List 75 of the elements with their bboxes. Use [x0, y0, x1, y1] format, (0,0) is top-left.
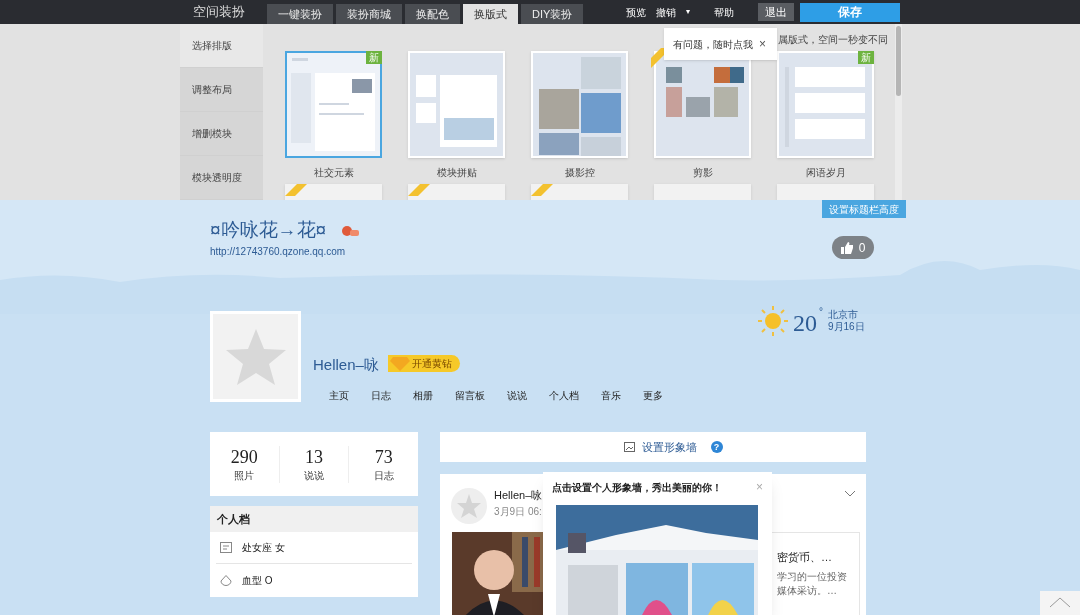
chevron-up-icon [1049, 597, 1071, 608]
sidebar-item[interactable]: 增删模块 [180, 112, 263, 156]
space-url-link[interactable]: http://12743760.qzone.qq.com [210, 244, 346, 259]
nav-link[interactable]: 主页 [329, 388, 349, 403]
new-badge: 新 [366, 51, 382, 64]
stat-value: 13 [305, 445, 323, 468]
nav-link[interactable]: 留言板 [455, 388, 485, 403]
sidebar-item[interactable]: 调整布局 [180, 68, 263, 112]
article-text: 学习的一位投资 [777, 569, 848, 584]
star-logo-icon [225, 328, 286, 385]
tooltip-text: 有问题，随时点我 [673, 37, 753, 52]
author-name: Hellen–咏 [494, 488, 543, 503]
level-icon [341, 225, 359, 237]
layout-label: 模块拼贴 [436, 166, 477, 180]
layout-thumbnail[interactable] [777, 184, 874, 200]
tab[interactable]: 换版式 [463, 4, 518, 24]
nav-link[interactable]: 音乐 [601, 388, 621, 403]
tab[interactable]: 换配色 [405, 4, 460, 24]
toolbar-button[interactable]: 预览 [626, 4, 646, 20]
image-icon [623, 441, 636, 453]
chevron-down-icon[interactable] [844, 490, 856, 497]
stat-label: 说说 [304, 468, 324, 483]
stat-label: 日志 [373, 468, 394, 483]
avatar [451, 488, 487, 524]
nav-link[interactable]: 日志 [371, 388, 391, 403]
user-name: Hellen–咏 [313, 355, 379, 375]
card-header: 个人档 [210, 506, 418, 532]
tab[interactable]: 一键装扮 [267, 4, 333, 24]
profile-field: 处女座 女 [242, 540, 285, 555]
thumbs-up-icon [840, 241, 853, 254]
help-button[interactable]: ? [710, 441, 723, 453]
degree-sign: ° [819, 305, 823, 319]
nav-link[interactable]: 相册 [413, 388, 433, 403]
nav-link[interactable]: 更多 [643, 388, 663, 403]
stat-label: 照片 [234, 468, 255, 483]
layout-label: 闲语岁月 [805, 166, 846, 180]
drop-icon [220, 574, 232, 586]
layout-thumbnail[interactable] [531, 184, 628, 200]
exit-button[interactable]: 退出 [758, 3, 794, 21]
stat-value: 73 [374, 445, 393, 468]
popup-text: 点击设置个人形象墙，秀出美丽的你！ [552, 481, 722, 495]
sidebar-item[interactable]: 模块透明度 [180, 156, 263, 200]
scrollbar-thumb[interactable] [896, 26, 901, 96]
help-link[interactable]: 帮助 [714, 4, 734, 20]
layout-thumbnail[interactable] [408, 184, 505, 200]
sun-icon [758, 306, 788, 336]
nav-link[interactable]: 个人档 [549, 388, 579, 403]
tab[interactable]: DIY装扮 [521, 4, 584, 24]
tab[interactable]: 装扮商城 [336, 4, 402, 24]
hint-text: 属版式，空间一秒变不同 [778, 33, 888, 47]
nav-link[interactable]: 说说 [507, 388, 527, 403]
like-button[interactable]: 0 [832, 236, 874, 259]
space-title: ¤吟咏花→花¤ [210, 218, 327, 242]
scroll-top-button[interactable] [1040, 591, 1080, 615]
weather-date: 9月16日 [828, 320, 865, 334]
profile-field: 血型 O [242, 572, 273, 588]
set-wall-link[interactable]: 设置形象墙 [641, 438, 697, 456]
article-text: 密货币、… [777, 550, 833, 565]
article-text: 媒体采访。… [777, 583, 838, 598]
post-time: 3月9日 06: [494, 505, 542, 519]
new-badge: 新 [858, 51, 874, 64]
sidebar-item[interactable]: 选择排版 [180, 24, 263, 68]
layout-label: 社交元素 [313, 166, 354, 180]
layout-label: 摄影控 [564, 166, 595, 180]
diamond-icon [390, 357, 410, 371]
layout-thumbnail[interactable] [285, 184, 382, 200]
like-count: 0 [858, 239, 866, 257]
stat-value: 290 [230, 445, 258, 468]
city-name: 北京市 [828, 308, 858, 322]
toolbar-button[interactable]: 撤销 [656, 4, 676, 20]
card-icon [220, 542, 232, 553]
app-title: 空间装扮 [193, 3, 245, 22]
layout-label: 剪影 [692, 166, 713, 180]
temperature: 20 [793, 309, 817, 338]
layout-thumbnail[interactable] [654, 184, 751, 200]
